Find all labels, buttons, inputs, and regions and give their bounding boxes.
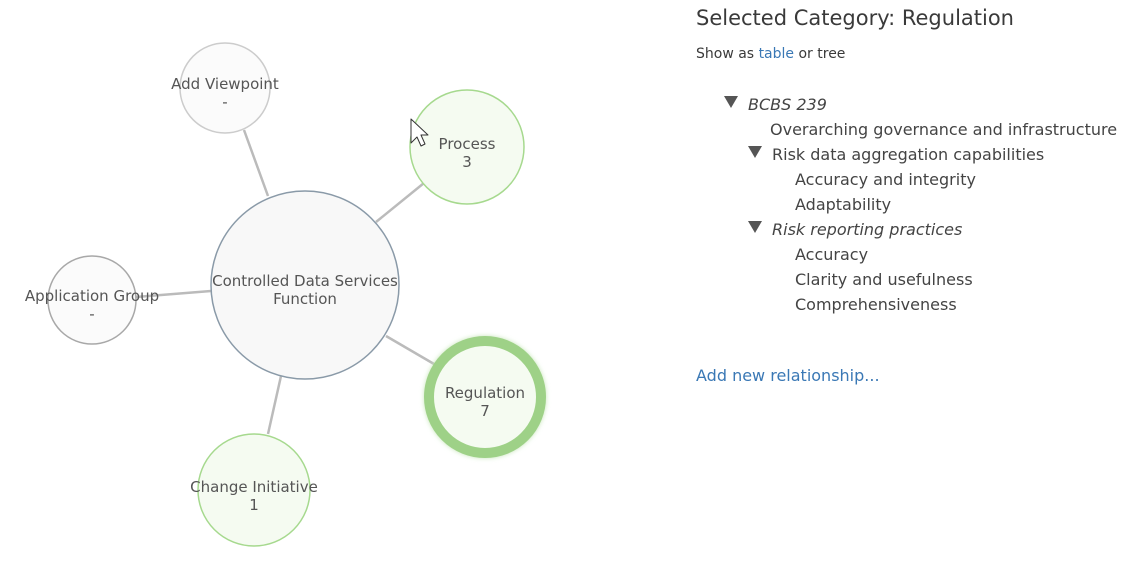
node-regulation-label: Regulation xyxy=(445,384,525,402)
tree-node-label: Overarching governance and infrastructur… xyxy=(770,120,1118,139)
node-process-count: 3 xyxy=(462,153,472,171)
node-application-group-count: - xyxy=(89,305,94,323)
tree-node-label: Clarity and usefulness xyxy=(795,270,973,289)
show-as-tree-option: or tree xyxy=(798,46,846,62)
node-add-viewpoint[interactable]: Add Viewpoint - xyxy=(171,42,279,134)
show-as-prefix: Show as xyxy=(696,46,755,62)
tree-node-overarching-governance[interactable]: Overarching governance and infrastructur… xyxy=(770,120,1117,140)
tree-node-label: BCBS 239 xyxy=(748,95,827,114)
tree-node-risk-reporting-practices[interactable]: Risk reporting practices xyxy=(748,220,962,240)
tree-node-accuracy-and-integrity[interactable]: Accuracy and integrity xyxy=(795,170,976,190)
center-node-label-line2: Function xyxy=(273,290,337,308)
node-process-label: Process xyxy=(439,135,496,153)
tree-node-risk-data-aggregation[interactable]: Risk data aggregation capabilities xyxy=(748,145,1044,165)
relationship-graph: Controlled Data Services Function Add Vi… xyxy=(25,42,546,547)
node-change-initiative-label: Change Initiative xyxy=(190,478,318,496)
node-change-initiative-count: 1 xyxy=(249,496,259,514)
edge-regulation xyxy=(385,334,435,366)
node-regulation[interactable]: Regulation 7 xyxy=(424,336,546,458)
expand-toggle-icon[interactable] xyxy=(748,146,762,158)
show-as-toggle: Show as table or tree xyxy=(696,46,845,62)
tree-node-bcbs-239[interactable]: BCBS 239 xyxy=(724,95,827,115)
tree-node-label: Adaptability xyxy=(795,195,892,214)
show-as-table-link[interactable]: table xyxy=(759,46,794,62)
tree-node-accuracy[interactable]: Accuracy xyxy=(795,245,868,265)
node-add-viewpoint-count: - xyxy=(222,93,227,111)
node-change-initiative[interactable]: Change Initiative 1 xyxy=(190,433,318,547)
node-process[interactable]: Process 3 xyxy=(409,89,525,205)
expand-toggle-icon[interactable] xyxy=(724,96,738,108)
tree-node-adaptability[interactable]: Adaptability xyxy=(795,195,891,215)
center-node[interactable]: Controlled Data Services Function xyxy=(210,190,400,380)
center-node-label-line1: Controlled Data Services xyxy=(212,272,398,290)
node-application-group-label: Application Group xyxy=(25,287,159,305)
selected-category-title: Selected Category: Regulation xyxy=(696,6,1014,30)
tree-node-comprehensiveness[interactable]: Comprehensiveness xyxy=(795,295,957,315)
node-application-group[interactable]: Application Group - xyxy=(25,255,159,345)
category-panel: Selected Category: Regulation Show as ta… xyxy=(696,0,1136,565)
tree-node-label: Accuracy and integrity xyxy=(795,170,976,189)
edge-process xyxy=(375,182,425,223)
expand-toggle-icon[interactable] xyxy=(748,221,762,233)
tree-node-clarity-and-usefulness[interactable]: Clarity and usefulness xyxy=(795,270,973,290)
tree-node-label: Risk data aggregation capabilities xyxy=(772,145,1045,164)
edge-add-viewpoint xyxy=(242,129,270,197)
tree-node-label: Comprehensiveness xyxy=(795,295,957,314)
add-new-relationship-link[interactable]: Add new relationship... xyxy=(696,366,880,385)
edge-change-initiative xyxy=(266,375,283,435)
node-regulation-count: 7 xyxy=(480,402,490,420)
tree-node-label: Accuracy xyxy=(795,245,869,264)
tree-node-label: Risk reporting practices xyxy=(772,220,963,239)
node-add-viewpoint-label: Add Viewpoint xyxy=(171,75,279,93)
